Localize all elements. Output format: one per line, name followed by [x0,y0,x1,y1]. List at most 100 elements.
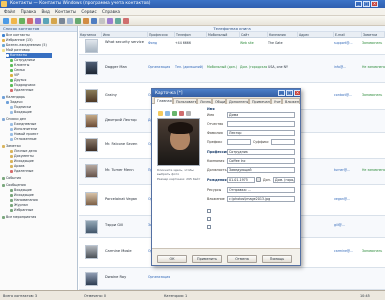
position-field[interactable]: Заведующий [227,167,295,173]
tree-item-deleted[interactable]: Удаленные [10,88,76,93]
contact-row[interactable]: What security service Фонд +44 6666 Web … [79,38,385,55]
profile-photo[interactable] [157,118,200,166]
prefix-field[interactable] [227,139,251,145]
dialog-minimize-button[interactable]: _ [278,90,285,96]
search-icon[interactable] [43,18,49,24]
contact-photo [85,39,98,53]
menu-contacts[interactable]: Контакты [55,8,76,15]
camera-icon[interactable] [165,111,170,116]
close-document-icon[interactable] [123,18,129,24]
document-icon [10,149,13,153]
contact-name: Mr. Falcone Seven [105,142,138,146]
folder-icon[interactable] [158,111,163,116]
dialog-close-button[interactable]: × [294,90,300,96]
view-icon[interactable] [67,18,73,24]
contact-row[interactable]: Dagger Man Организация Тел. (домашний) М… [79,55,385,83]
archive-icon [10,164,13,168]
contact-profession: Фонд [148,41,157,45]
tree-item-deleted-notes[interactable]: Удаленные [10,169,76,174]
filter-icon[interactable] [99,18,105,24]
calendar-icon [2,215,5,219]
import-icon[interactable] [83,18,89,24]
star-icon [10,208,13,212]
settings-icon[interactable] [59,18,65,24]
ok-button[interactable]: ОК [157,255,187,263]
name-section-title: Имя [207,107,215,111]
path-label: Вложение [207,197,225,201]
first-name-label: Имя [207,113,214,117]
star-icon [2,38,5,42]
middle-name-field[interactable] [227,121,295,127]
calendar-icon[interactable] [107,18,113,24]
birthday-extra-field[interactable]: Дом. (городская) [273,177,295,183]
menu-view[interactable]: Вид [41,8,49,15]
menu-edit[interactable]: Правка [21,8,37,15]
birthday-label: Рождения [207,178,227,182]
contact-name: Дмитрий Лектор [105,118,137,122]
profession-field[interactable]: Сотрудник [227,149,295,155]
company-field[interactable]: Coffee Inc [227,158,295,164]
tree-item-events[interactable]: События [2,176,76,181]
group-icon [10,78,13,82]
new-contact-icon[interactable] [3,18,9,24]
mail-icon[interactable] [51,18,57,24]
vip-checkbox[interactable] [207,217,211,221]
save-icon[interactable] [19,18,25,24]
menu-help[interactable]: Справка [102,8,120,15]
trash-icon [10,169,13,173]
suffix-field[interactable] [271,139,295,145]
cancel-button[interactable]: Отмена [227,255,257,263]
menu-service[interactable]: Сервис [81,8,96,15]
image-icon[interactable] [172,111,177,116]
contact-email: turner@... [334,168,351,172]
tree-item-postponed[interactable]: Отложенные [10,137,76,142]
contact-photo [85,138,98,152]
birthday-field[interactable]: 01.01.1975 [227,177,255,183]
crop-icon[interactable] [186,111,191,116]
window-title-bar: Контакты — Контакты Windows (программа у… [0,0,385,8]
contact-row[interactable]: Dwaine Roy Организация [79,268,385,290]
dialog-maximize-button[interactable]: □ [286,90,293,96]
help-button[interactable]: Помощь [262,255,292,263]
note-icon[interactable] [115,18,121,24]
tree-item-favorite-events[interactable]: Избранные [10,208,76,213]
open-icon[interactable] [11,18,17,24]
reminder-icon [10,198,13,202]
status-bar: Всего контактов: 3 Отмечено: 0 Категория… [0,290,385,300]
export-icon[interactable] [91,18,97,24]
minimize-button[interactable]: _ [355,1,362,7]
close-button[interactable]: × [371,1,378,7]
delete-icon[interactable] [27,18,33,24]
folder-icon [2,33,5,37]
path-field[interactable]: c:\photos\image2013.jpg [227,196,295,202]
print-icon[interactable] [35,18,41,24]
archive-checkbox[interactable] [207,225,211,229]
contacts-icon [6,53,9,57]
tree-item-incoming[interactable]: Входящие [10,110,76,115]
favorite-checkbox[interactable] [207,209,211,213]
clock-icon [10,137,13,141]
calendar-icon [2,95,5,99]
journal-icon [10,203,13,207]
first-name-field[interactable]: Дима [227,112,295,118]
tab-main[interactable]: Главная [154,97,173,104]
last-name-field[interactable]: Лектор [227,130,295,136]
contact-name: Тэрри Gill [105,223,123,227]
maximize-button[interactable]: □ [363,1,370,7]
contact-notes: Не запомнено [362,168,385,172]
contact-profession: Организация [148,275,171,279]
menu-file[interactable]: Файл [4,8,15,15]
calendar-picker-icon[interactable] [256,177,261,182]
chat-icon [2,48,5,52]
tree-item-all-events[interactable]: Все мероприятия [2,215,76,220]
contact-photo [85,61,98,75]
remove-icon[interactable] [179,111,184,116]
resource-field[interactable]: Отправка: ... [227,187,295,193]
apply-button[interactable]: Применить [192,255,222,263]
refresh-icon[interactable] [75,18,81,24]
contact-notes: Запоминать [362,41,383,45]
inbox-icon [10,188,13,192]
group-icon [10,83,13,87]
window-title: Контакты — Контакты Windows (программа у… [10,1,151,6]
contact-profession: Организация [148,65,171,69]
